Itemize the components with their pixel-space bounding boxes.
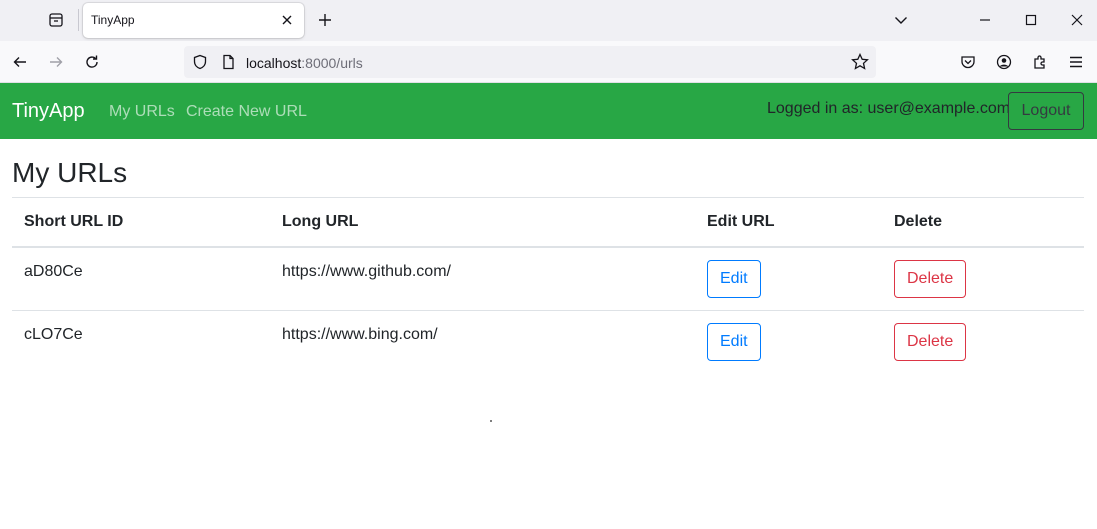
bookmark-star-icon[interactable] bbox=[848, 50, 872, 74]
close-tab-icon[interactable] bbox=[278, 11, 296, 29]
table-row: cLO7Ce https://www.bing.com/ Edit Delete bbox=[12, 310, 1084, 373]
long-url: https://www.github.com/ bbox=[282, 263, 451, 280]
delete-button[interactable]: Delete bbox=[894, 260, 967, 298]
short-url-id: cLO7Ce bbox=[24, 325, 83, 343]
shield-icon[interactable] bbox=[188, 50, 212, 74]
tab-list-icon[interactable] bbox=[44, 8, 68, 32]
delete-cell: Delete bbox=[882, 310, 1084, 373]
back-icon[interactable] bbox=[8, 50, 32, 74]
stray-dot bbox=[490, 420, 492, 422]
close-window-icon[interactable] bbox=[1066, 9, 1088, 31]
edit-cell: Edit bbox=[695, 247, 882, 311]
short-url-id-cell: cLO7Ce bbox=[12, 310, 270, 373]
table-header-row: Short URL ID Long URL Edit URL Delete bbox=[12, 198, 1084, 248]
maximize-icon[interactable] bbox=[1020, 9, 1042, 31]
account-icon[interactable] bbox=[992, 50, 1016, 74]
chevron-down-icon[interactable] bbox=[890, 9, 912, 31]
pocket-icon[interactable] bbox=[956, 50, 980, 74]
logout-button[interactable]: Logout bbox=[1008, 92, 1084, 130]
tab-separator bbox=[78, 9, 79, 31]
long-url-cell: https://www.bing.com/ bbox=[270, 310, 695, 373]
edit-cell: Edit bbox=[695, 310, 882, 373]
browser-tab-active[interactable]: TinyApp bbox=[83, 3, 304, 38]
brand-logo[interactable]: TinyApp bbox=[12, 100, 85, 123]
column-header-short-url-id: Short URL ID bbox=[12, 198, 270, 248]
url-path: :8000/urls bbox=[301, 55, 363, 71]
menu-icon[interactable] bbox=[1064, 50, 1088, 74]
page-info-icon[interactable] bbox=[216, 50, 240, 74]
url-host: localhost bbox=[246, 55, 302, 71]
new-tab-icon[interactable] bbox=[314, 9, 336, 31]
nav-link-my-urls[interactable]: My URLs bbox=[109, 103, 175, 121]
column-header-long-url: Long URL bbox=[270, 198, 695, 248]
short-url-id: aD80Ce bbox=[24, 263, 83, 280]
long-url: https://www.bing.com/ bbox=[282, 325, 438, 343]
url-text[interactable]: localhost:8000/urls bbox=[246, 55, 363, 71]
edit-button[interactable]: Edit bbox=[707, 322, 761, 361]
delete-cell: Delete bbox=[882, 247, 1084, 311]
forward-icon[interactable] bbox=[44, 50, 68, 74]
browser-toolbar: localhost:8000/urls bbox=[0, 41, 1097, 83]
nav-link-create-new-url[interactable]: Create New URL bbox=[186, 103, 307, 121]
edit-button[interactable]: Edit bbox=[707, 260, 761, 298]
table-row: aD80Ce https://www.github.com/ Edit Dele… bbox=[12, 247, 1084, 311]
browser-tab-bar: TinyApp bbox=[0, 0, 1097, 41]
long-url-cell: https://www.github.com/ bbox=[270, 247, 695, 311]
column-header-delete: Delete bbox=[882, 198, 1084, 248]
app-navbar: TinyApp My URLs Create New URL Logged in… bbox=[0, 83, 1097, 139]
page-title: My URLs bbox=[12, 157, 128, 188]
short-url-id-cell: aD80Ce bbox=[12, 247, 270, 311]
tab-title: TinyApp bbox=[91, 13, 135, 27]
logged-in-status: Logged in as: user@example.com bbox=[767, 100, 1011, 117]
urls-table: Short URL ID Long URL Edit URL Delete aD… bbox=[12, 198, 1084, 373]
delete-button[interactable]: Delete bbox=[894, 322, 967, 361]
reload-icon[interactable] bbox=[80, 50, 104, 74]
extensions-icon[interactable] bbox=[1028, 50, 1052, 74]
column-header-edit-url: Edit URL bbox=[695, 198, 882, 248]
address-bar[interactable]: localhost:8000/urls bbox=[184, 46, 876, 78]
minimize-icon[interactable] bbox=[974, 9, 996, 31]
